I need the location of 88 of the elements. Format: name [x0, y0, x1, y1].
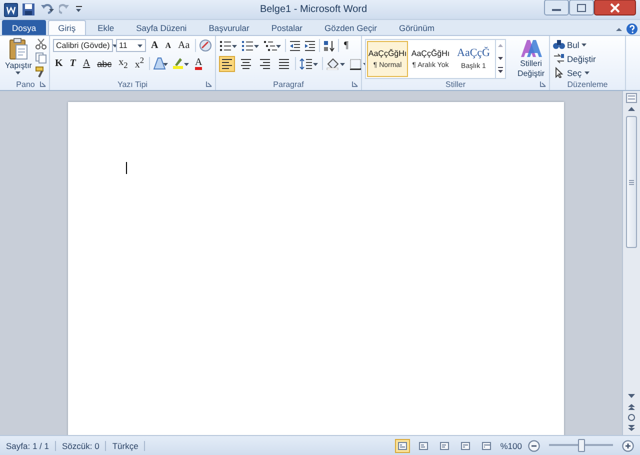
zoom-in-icon[interactable]	[622, 440, 634, 452]
file-tab[interactable]: Dosya	[2, 20, 46, 35]
scissors-icon[interactable]	[34, 38, 47, 50]
numbered-list-icon[interactable]	[241, 40, 260, 52]
group-label: Paragraf	[273, 80, 304, 89]
font-color-button[interactable]: A	[192, 56, 204, 70]
full-screen-reading-icon[interactable]	[418, 440, 430, 450]
find-button[interactable]: Bul	[553, 38, 596, 51]
scroll-down-icon[interactable]	[626, 391, 637, 400]
binoculars-icon	[553, 39, 565, 50]
maximize-icon[interactable]	[569, 0, 594, 16]
decrease-indent-icon[interactable]	[289, 40, 301, 52]
align-center-icon[interactable]	[240, 58, 252, 70]
web-layout-icon[interactable]	[439, 440, 450, 450]
align-right-icon[interactable]	[259, 58, 271, 70]
dialog-launcher-icon[interactable]	[540, 81, 546, 87]
print-layout-icon[interactable]	[397, 440, 408, 450]
clear-formatting-icon[interactable]	[198, 39, 212, 52]
outline-icon[interactable]	[460, 440, 472, 450]
paste-button[interactable]: Yapıştır	[5, 38, 32, 79]
line-spacing-icon[interactable]	[299, 58, 319, 70]
bold-button[interactable]: K	[53, 56, 65, 70]
strikethrough-button[interactable]: abc	[95, 56, 114, 70]
browse-object-icon[interactable]	[626, 413, 637, 422]
ribbon-tab[interactable]: Sayfa Düzeni	[126, 20, 197, 35]
window-title: Belge1 - Microsoft Word	[258, 4, 368, 15]
multilevel-list-icon[interactable]	[263, 40, 282, 52]
clipboard-icon	[8, 38, 28, 60]
page-count[interactable]: Sayfa: 1 / 1	[6, 440, 56, 450]
justify-icon[interactable]	[278, 58, 290, 70]
shrink-font-button[interactable]: A	[163, 38, 174, 52]
font-size-field[interactable]: 11	[116, 39, 146, 52]
save-icon[interactable]	[22, 3, 35, 16]
increase-indent-icon[interactable]	[304, 40, 316, 52]
group-label: Yazı Tipi	[117, 80, 148, 89]
zoom-slider-thumb[interactable]	[578, 439, 585, 452]
ribbon-tab[interactable]: Ekle	[88, 20, 124, 35]
change-styles-button[interactable]: Stilleri Değiştir	[511, 38, 551, 79]
change-case-button[interactable]: Aa	[176, 38, 192, 52]
scroll-up-icon[interactable]	[626, 105, 637, 114]
group-label: Düzenleme	[567, 80, 608, 89]
styles-icon	[520, 38, 542, 58]
undo-icon[interactable]	[39, 3, 55, 16]
cursor-icon	[553, 67, 565, 78]
caret-icon	[15, 71, 22, 75]
group-label: Stiller	[445, 80, 466, 89]
shading-icon[interactable]	[326, 58, 346, 70]
ribbon-tab[interactable]: Görünüm	[388, 20, 444, 35]
zoom-level[interactable]: %100	[500, 440, 522, 450]
ribbon-tab[interactable]: Gözden Geçir	[314, 20, 387, 35]
show-formatting-marks-button[interactable]: ¶	[342, 38, 351, 52]
ribbon-tab[interactable]: Başvurular	[198, 20, 260, 35]
select-button[interactable]: Seç	[553, 66, 596, 79]
previous-page-icon[interactable]	[626, 402, 637, 411]
grip-icon	[629, 180, 634, 184]
dialog-launcher-icon[interactable]	[206, 81, 212, 87]
group-label: Pano	[16, 80, 35, 89]
next-page-icon[interactable]	[626, 424, 637, 433]
superscript-button[interactable]: x$^{2}$	[132, 56, 146, 70]
subscript-button[interactable]: x$_{2}$	[116, 56, 130, 70]
align-left-icon[interactable]	[221, 58, 233, 70]
word-logo-icon[interactable]	[4, 2, 18, 16]
ribbon-tab[interactable]: Postalar	[261, 20, 313, 35]
help-icon[interactable]	[626, 23, 638, 35]
minimize-icon[interactable]	[544, 0, 569, 16]
bulleted-list-icon[interactable]	[219, 40, 238, 52]
grow-font-button[interactable]: A	[149, 38, 160, 52]
vertical-scrollbar[interactable]	[622, 91, 640, 435]
dialog-launcher-icon[interactable]	[352, 81, 358, 87]
zoom-out-icon[interactable]	[528, 440, 540, 452]
sort-icon[interactable]	[323, 40, 335, 52]
ribbon-tab[interactable]: Giriş	[48, 20, 86, 35]
text-effects-icon[interactable]	[152, 57, 169, 70]
draft-icon[interactable]	[481, 440, 492, 450]
word-count[interactable]: Sözcük: 0	[62, 440, 106, 450]
replace-icon	[553, 53, 565, 64]
highlighter-icon[interactable]	[172, 57, 190, 70]
language[interactable]: Türkçe	[112, 440, 146, 450]
underline-button[interactable]: A	[80, 56, 92, 70]
close-icon[interactable]	[594, 0, 636, 16]
italic-button[interactable]: T	[68, 56, 78, 70]
scrollbar-thumb[interactable]	[626, 116, 637, 248]
caret-icon	[137, 44, 143, 48]
dialog-launcher-icon[interactable]	[40, 81, 46, 87]
ruler-toggle-icon[interactable]	[626, 93, 637, 103]
text-cursor	[126, 162, 127, 174]
font-name-field[interactable]: Calibri (Gövde)	[53, 39, 113, 52]
replace-button[interactable]: Değiştir	[553, 52, 596, 65]
